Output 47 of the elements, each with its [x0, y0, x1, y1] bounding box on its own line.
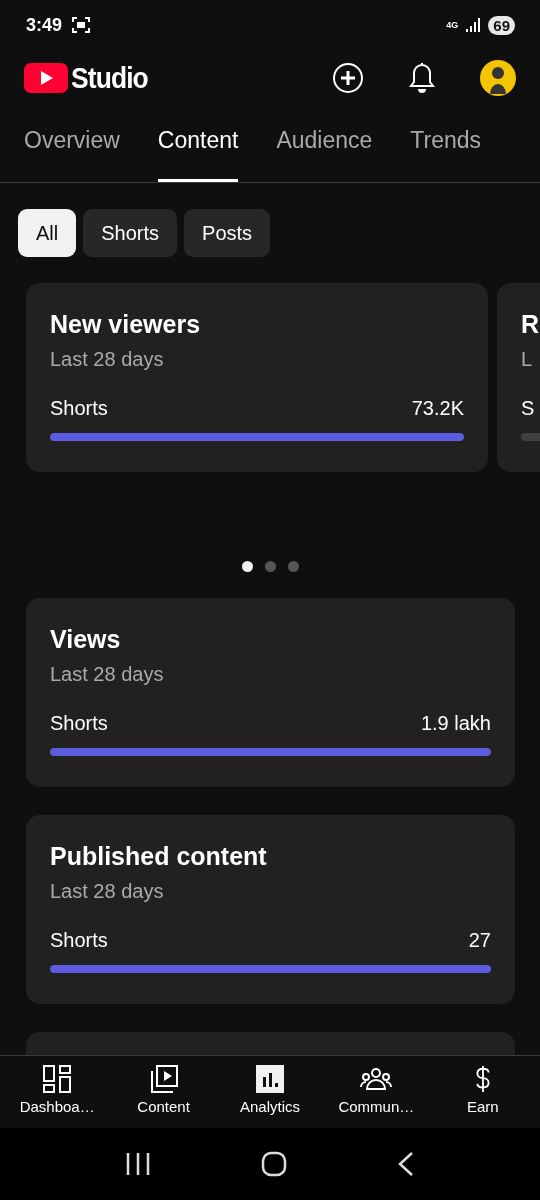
clock: 3:49 [26, 14, 63, 36]
category-label: Shorts [50, 397, 108, 420]
tab[interactable]: Overview [24, 120, 120, 182]
card-title: Views [50, 625, 122, 654]
recent-apps-icon[interactable] [125, 1151, 151, 1177]
tab[interactable]: Audience [276, 120, 373, 182]
notifications-icon[interactable] [408, 61, 436, 94]
play-logo-icon [24, 62, 68, 93]
video-library-icon [148, 1065, 179, 1093]
logo-text: Studio [71, 60, 148, 95]
period-text: Last 28 days [50, 663, 165, 686]
period-text: Last 28 days [50, 880, 165, 903]
category-label: S [521, 397, 535, 420]
tab[interactable]: Trends [410, 120, 482, 182]
category-label: Shorts [50, 929, 108, 952]
stat-value: 1.9 lakh [420, 712, 491, 735]
home-icon[interactable] [261, 1151, 287, 1177]
filter-chip[interactable]: Posts [184, 209, 271, 257]
category-label: Shorts [50, 712, 108, 735]
add-icon[interactable] [332, 61, 364, 94]
nav-item[interactable]: Content [113, 1056, 214, 1128]
stat-value: 27 [468, 929, 491, 952]
people-icon [360, 1065, 393, 1093]
nav-item[interactable]: Commun… [326, 1056, 427, 1128]
period-text: L [521, 348, 534, 371]
page-dot[interactable] [264, 561, 276, 572]
avatar-icon[interactable] [480, 59, 516, 96]
filter-chip[interactable]: All [18, 209, 77, 257]
bar-chart-icon [254, 1065, 285, 1093]
card-title: Published content [50, 842, 268, 871]
back-icon[interactable] [397, 1151, 415, 1177]
page-dot[interactable] [287, 561, 299, 572]
battery-level: 69 [488, 15, 515, 35]
filter-chip[interactable]: Shorts [83, 209, 178, 257]
card-title: New viewers [50, 310, 202, 339]
dashboard-icon [42, 1065, 73, 1093]
network-type: 4G [446, 20, 459, 30]
nav-item[interactable]: Earn [432, 1056, 533, 1128]
nav-item[interactable]: Analytics [219, 1056, 320, 1128]
period-text: Last 28 days [50, 348, 165, 371]
signal-icon [466, 18, 481, 32]
card-title: R [521, 310, 540, 339]
nav-item[interactable]: Dashboa… [7, 1056, 108, 1128]
stat-value: 73.2K [411, 397, 464, 420]
screenshot-icon [72, 17, 91, 33]
tab[interactable]: Content [157, 120, 239, 182]
page-dot[interactable] [241, 561, 253, 572]
